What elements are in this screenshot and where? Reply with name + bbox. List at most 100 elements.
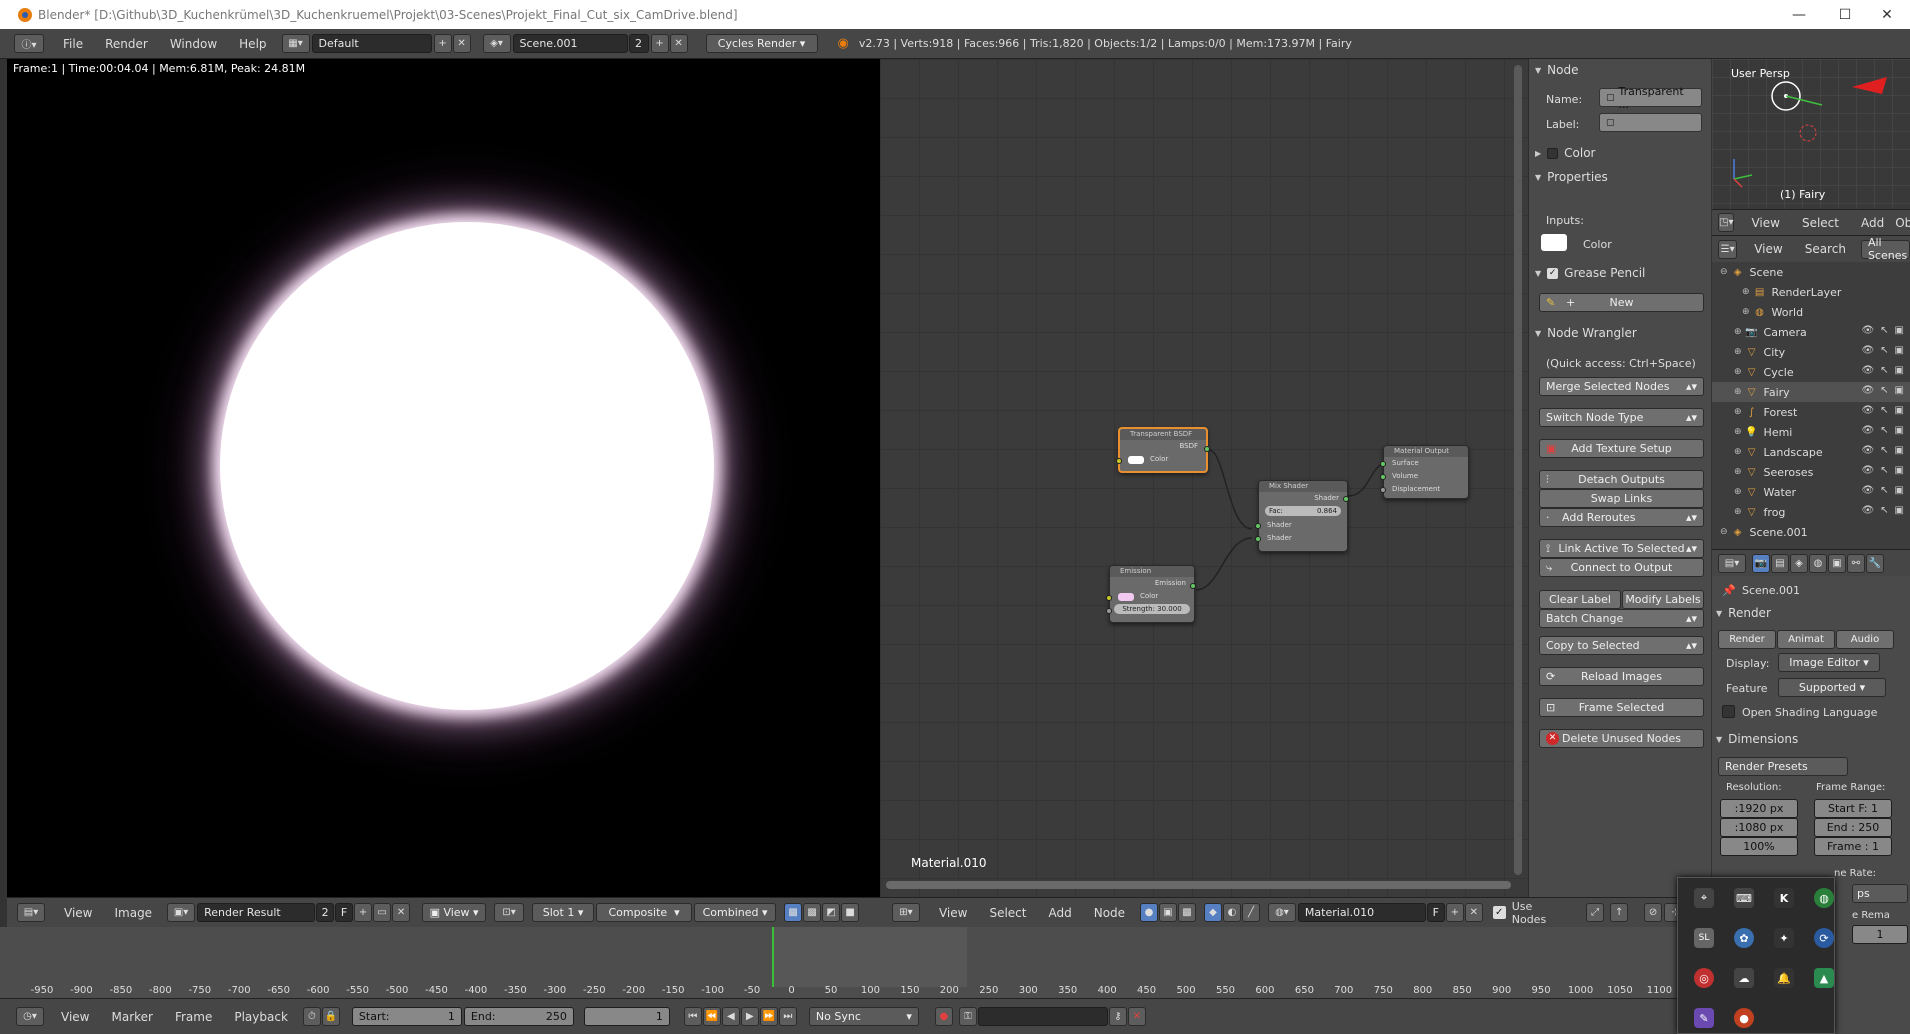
render-camera-icon[interactable]: ▣ [1895, 405, 1904, 416]
animation-button[interactable]: Animat [1777, 630, 1835, 649]
minimize-button[interactable]: — [1776, 0, 1822, 29]
insert-keyframe-icon[interactable]: ⚷ [1108, 1007, 1127, 1026]
selectable-cursor-icon[interactable]: ↖ [1880, 385, 1888, 396]
modifiers-tab-icon[interactable]: 🔧 [1866, 553, 1884, 573]
scene-remove-icon[interactable]: ✕ [669, 34, 688, 53]
outliner-item-landscape[interactable]: ⊕ ▽ Landscape 👁 ↖ ▣ [1712, 442, 1910, 462]
color-swatch-pink[interactable] [1118, 593, 1134, 601]
constraints-tab-icon[interactable]: ⚯ [1847, 553, 1865, 573]
expand-icon[interactable]: ⊕ [1734, 387, 1742, 397]
timeline[interactable]: -950 -900 -850 -800 -750 -700 -650 -600 -550 -500… [0, 927, 1712, 998]
expand-icon[interactable]: ⊕ [1734, 327, 1742, 337]
node-editor-canvas[interactable]: Transparent BSDF BSDF Color Mix Shader S… [880, 59, 1528, 897]
outliner-item-water[interactable]: ⊕ ▽ Water 👁 ↖ ▣ [1712, 482, 1910, 502]
menu-render[interactable]: Render [94, 37, 159, 51]
resolution-y-field[interactable]: :1080 px [1720, 818, 1798, 837]
pivot-icon[interactable]: ⊡▾ [494, 903, 525, 922]
tray-icon-tool[interactable]: ✦ [1774, 928, 1794, 948]
visibility-eye-icon[interactable]: 👁 [1861, 425, 1874, 436]
shader-tree-icon[interactable]: ● [1140, 903, 1159, 922]
render-camera-icon[interactable]: ▣ [1895, 325, 1904, 336]
material-add-icon[interactable]: + [1445, 903, 1464, 922]
scene-icon[interactable]: ◈▾ [482, 34, 511, 53]
color-input-socket[interactable] [1106, 595, 1112, 601]
surface-socket[interactable] [1380, 461, 1386, 467]
menu-image[interactable]: Image [103, 906, 163, 920]
osl-checkbox[interactable] [1722, 705, 1735, 718]
tray-icon-photos[interactable]: ✿ [1734, 928, 1754, 948]
node-editor-type-icon[interactable]: ⊞▾ [892, 903, 920, 922]
tray-icon-k[interactable]: K [1774, 888, 1794, 908]
layout-add-icon[interactable]: + [433, 34, 452, 53]
layout-icon[interactable]: ▦▾ [281, 34, 310, 53]
render-camera-icon[interactable]: ▣ [1895, 365, 1904, 376]
reload-images-button[interactable]: ⟳ Reload Images [1539, 667, 1704, 686]
expand-icon[interactable]: ⊕ [1742, 307, 1750, 317]
menu-view[interactable]: View [50, 1010, 100, 1024]
outliner-type-icon[interactable]: ☰▾ [1718, 239, 1738, 259]
render-camera-icon[interactable]: ▣ [1895, 385, 1904, 396]
render-camera-icon[interactable]: ▣ [1895, 505, 1904, 516]
tray-icon-creative-cloud[interactable]: ◎ [1694, 968, 1714, 988]
menu-view[interactable]: View [1740, 216, 1790, 230]
visibility-eye-icon[interactable]: 👁 [1861, 405, 1874, 416]
parent-tree-icon[interactable]: ↑ [1610, 903, 1629, 922]
tray-icon-pen[interactable]: ✎ [1694, 1008, 1714, 1028]
keying-icon[interactable]: ⚿ [958, 1007, 977, 1026]
preview-range-icon[interactable]: ⏱ [302, 1007, 321, 1026]
use-nodes-checkbox[interactable]: ✓ [1492, 906, 1506, 919]
tray-icon-keyboard[interactable]: ⌨ [1734, 888, 1754, 908]
world-shader-icon[interactable]: ◐ [1222, 903, 1241, 922]
emission-output-socket[interactable] [1190, 583, 1196, 589]
render-camera-icon[interactable]: ▣ [1895, 425, 1904, 436]
object-shader-icon[interactable]: ◆ [1204, 903, 1222, 922]
clear-label-button[interactable]: Clear Label [1539, 590, 1621, 609]
add-texture-setup-button[interactable]: ▣ Add Texture Setup [1539, 439, 1704, 458]
expand-icon[interactable]: ⊕ [1734, 347, 1742, 357]
linestyle-shader-icon[interactable]: ╱ [1241, 903, 1260, 922]
scene-tab-icon[interactable]: ◈ [1790, 553, 1808, 573]
vertical-scrollbar[interactable] [1514, 65, 1522, 875]
tray-icon-cursor[interactable]: ⌖ [1694, 888, 1714, 908]
visibility-eye-icon[interactable]: 👁 [1861, 365, 1874, 376]
menu-window[interactable]: Window [159, 37, 228, 51]
end-frame-field[interactable]: End : 250 [1814, 818, 1892, 837]
view-mode-select[interactable]: ▣ View ▾ [422, 903, 487, 922]
strength-input-socket[interactable] [1106, 608, 1112, 614]
shader-output-socket[interactable] [1343, 496, 1349, 502]
slot-select[interactable]: Slot 1 ▾ [532, 903, 595, 922]
viewport-type-icon[interactable]: ◳▾ [1718, 213, 1735, 232]
jump-end-icon[interactable]: ⏭ [778, 1007, 797, 1026]
merge-selected-nodes-button[interactable]: Merge Selected Nodes ▴▾ [1539, 377, 1704, 396]
render-camera-icon[interactable]: ▣ [1895, 485, 1904, 496]
keying-set-field[interactable] [977, 1007, 1108, 1026]
bsdf-output-socket[interactable] [1204, 446, 1210, 452]
image-browse-icon[interactable]: ▣▾ [167, 903, 196, 922]
resolution-x-field[interactable]: :1920 px [1720, 799, 1798, 818]
render-camera-icon[interactable]: ▣ [1895, 465, 1904, 476]
draw-rgb-alpha-icon[interactable]: ▩ [784, 903, 803, 922]
properties-type-icon[interactable]: ▤▾ [1718, 553, 1746, 573]
node-label-field[interactable]: ▢ [1599, 113, 1702, 132]
outliner-filter-select[interactable]: All Scenes [1860, 236, 1910, 262]
layer-select[interactable]: Composite ▾ [596, 903, 693, 922]
menu-frame[interactable]: Frame [164, 1010, 223, 1024]
visibility-eye-icon[interactable]: 👁 [1861, 465, 1874, 476]
snap-icon[interactable]: ⊘ [1644, 903, 1663, 922]
dimensions-panel-header[interactable]: ▼ Dimensions [1716, 729, 1798, 749]
properties-section-header[interactable]: ▼ Properties [1535, 167, 1608, 187]
selectable-cursor-icon[interactable]: ↖ [1880, 405, 1888, 416]
image-open-icon[interactable]: ▭ [373, 903, 392, 922]
layers-tab-icon[interactable]: ▤ [1771, 553, 1789, 573]
render-panel-header[interactable]: ▼ Render [1716, 603, 1771, 623]
outliner-item-seeroses[interactable]: ⊕ ▽ Seeroses 👁 ↖ ▣ [1712, 462, 1910, 482]
selectable-cursor-icon[interactable]: ↖ [1880, 425, 1888, 436]
render-camera-icon[interactable]: ▣ [1895, 445, 1904, 456]
current-frame-field[interactable]: 1 [583, 1007, 670, 1026]
object-tab-icon[interactable]: ▣ [1828, 553, 1846, 573]
record-icon[interactable]: ● [934, 1007, 953, 1026]
layout-field[interactable]: Default [311, 34, 432, 53]
frame-selected-button[interactable]: ⊡ Frame Selected [1539, 698, 1704, 717]
outliner-item-renderlayer[interactable]: ⊕ ▤ RenderLayer [1712, 282, 1910, 302]
outliner-item-cycle[interactable]: ⊕ ▽ Cycle 👁 ↖ ▣ [1712, 362, 1910, 382]
